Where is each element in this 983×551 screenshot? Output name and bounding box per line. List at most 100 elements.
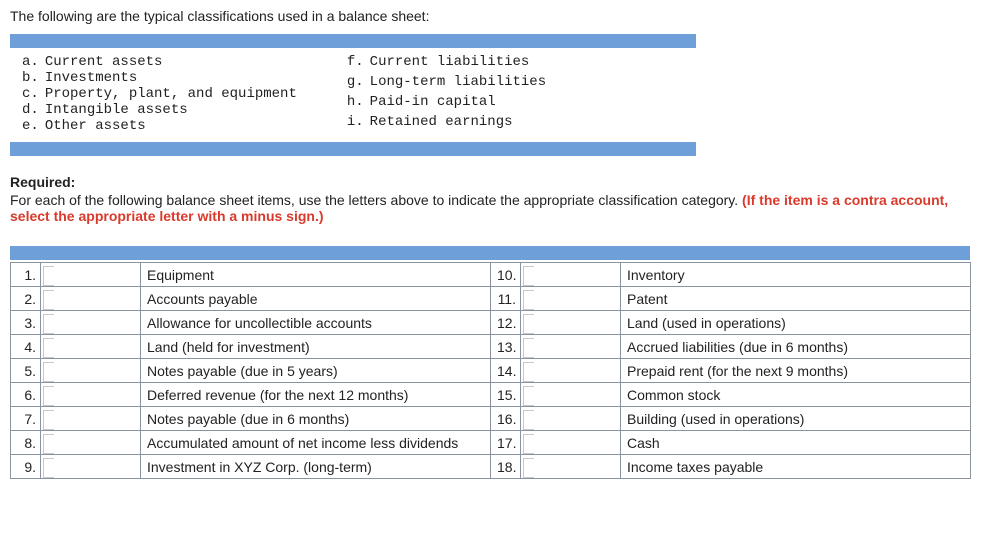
answer-cell[interactable] [521,407,621,431]
answer-input[interactable] [41,360,140,382]
classifications-block: a.Current assetsb.Investmentsc.Property,… [10,50,973,142]
item-description: Prepaid rent (for the next 9 months) [621,359,971,383]
table-row: 2. Accounts payable11. Patent [11,287,971,311]
item-number: 15. [491,383,521,407]
answer-input[interactable] [41,432,140,454]
answer-cell[interactable] [521,335,621,359]
item-number: 4. [11,335,41,359]
answer-cell[interactable] [521,431,621,455]
answer-input[interactable] [521,336,620,358]
item-description: Investment in XYZ Corp. (long-term) [141,455,491,479]
item-number: 10. [491,263,521,287]
answer-cell[interactable] [521,311,621,335]
table-row: 7.Notes payable (due in 6 months)16.Buil… [11,407,971,431]
answer-cell[interactable] [41,287,141,311]
item-description: Accumulated amount of net income less di… [141,431,491,455]
item-description: Accrued liabilities (due in 6 months) [621,335,971,359]
item-number: 16. [491,407,521,431]
answer-cell[interactable] [41,455,141,479]
item-description: Common stock [621,383,971,407]
answer-cell[interactable] [521,263,621,287]
item-description: Deferred revenue (for the next 12 months… [141,383,491,407]
table-row: 9.Investment in XYZ Corp. (long-term)18.… [11,455,971,479]
classification-row: b.Investments [22,70,297,86]
item-description: Notes payable (due in 6 months) [141,407,491,431]
required-text: For each of the following balance sheet … [10,192,973,224]
classification-label: Other assets [45,118,297,134]
classification-letter: d. [22,102,45,118]
classification-label: Long-term liabilities [370,74,546,94]
answer-cell[interactable] [41,311,141,335]
classification-letter: g. [347,74,370,94]
answer-cell[interactable] [521,383,621,407]
classification-label: Property, plant, and equipment [45,86,297,102]
table-row: 1.Equipment10.Inventory [11,263,971,287]
intro-text: The following are the typical classifica… [10,8,973,24]
classification-row: e.Other assets [22,118,297,134]
answer-input[interactable] [41,336,140,358]
classification-letter: c. [22,86,45,102]
classification-label: Intangible assets [45,102,297,118]
item-number: 7. [11,407,41,431]
answer-input[interactable] [521,264,620,286]
answer-input[interactable] [521,408,620,430]
classification-letter: b. [22,70,45,86]
answer-cell[interactable] [41,359,141,383]
classification-row: c.Property, plant, and equipment [22,86,297,102]
item-description: Equipment [141,263,491,287]
item-number: 12. [491,311,521,335]
answer-cell[interactable] [521,455,621,479]
classification-row: h.Paid-in capital [347,94,546,114]
item-number: 3. [11,311,41,335]
classification-row: a.Current assets [22,54,297,70]
answer-input[interactable] [521,312,620,334]
classification-letter: a. [22,54,45,70]
answer-cell[interactable] [41,335,141,359]
items-section: 1.Equipment10.Inventory2. Accounts payabl… [10,246,973,479]
answer-cell[interactable] [41,383,141,407]
item-number: 2. [11,287,41,311]
answer-input[interactable] [41,408,140,430]
classification-label: Retained earnings [370,114,546,134]
answer-cell[interactable] [521,359,621,383]
answer-input[interactable] [521,288,620,310]
item-number: 11. [491,287,521,311]
table-row: 3. Allowance for uncollectible accounts12… [11,311,971,335]
answer-input[interactable] [41,384,140,406]
item-number: 14. [491,359,521,383]
answer-input[interactable] [41,312,140,334]
answer-cell[interactable] [41,263,141,287]
item-description: Accounts payable [141,287,491,311]
classification-row: i.Retained earnings [347,114,546,134]
answer-input[interactable] [41,456,140,478]
item-number: 5. [11,359,41,383]
answer-cell[interactable] [41,407,141,431]
answer-input[interactable] [41,288,140,310]
answer-input[interactable] [521,360,620,382]
answer-input[interactable] [521,384,620,406]
item-number: 13. [491,335,521,359]
item-description: Land (held for investment) [141,335,491,359]
answer-input[interactable] [521,456,620,478]
item-description: Allowance for uncollectible accounts [141,311,491,335]
table-row: 4. Land (held for investment)13. Accrued l… [11,335,971,359]
classifications-right-col: f.Current liabilitiesg.Long-term liabili… [347,54,546,134]
answer-cell[interactable] [521,287,621,311]
item-description: Income taxes payable [621,455,971,479]
item-description: Patent [621,287,971,311]
classification-label: Current assets [45,54,297,70]
divider-bar-top [10,34,696,48]
classification-row: d.Intangible assets [22,102,297,118]
answer-input[interactable] [41,264,140,286]
classification-label: Current liabilities [370,54,546,74]
answer-input[interactable] [521,432,620,454]
classifications-left-col: a.Current assetsb.Investmentsc.Property,… [22,54,297,134]
item-number: 17. [491,431,521,455]
table-row: 8.Accumulated amount of net income less … [11,431,971,455]
answer-cell[interactable] [41,431,141,455]
table-row: 5. Notes payable (due in 5 years)14. Prepa… [11,359,971,383]
classification-letter: f. [347,54,370,74]
item-description: Notes payable (due in 5 years) [141,359,491,383]
item-number: 6. [11,383,41,407]
classification-label: Investments [45,70,297,86]
